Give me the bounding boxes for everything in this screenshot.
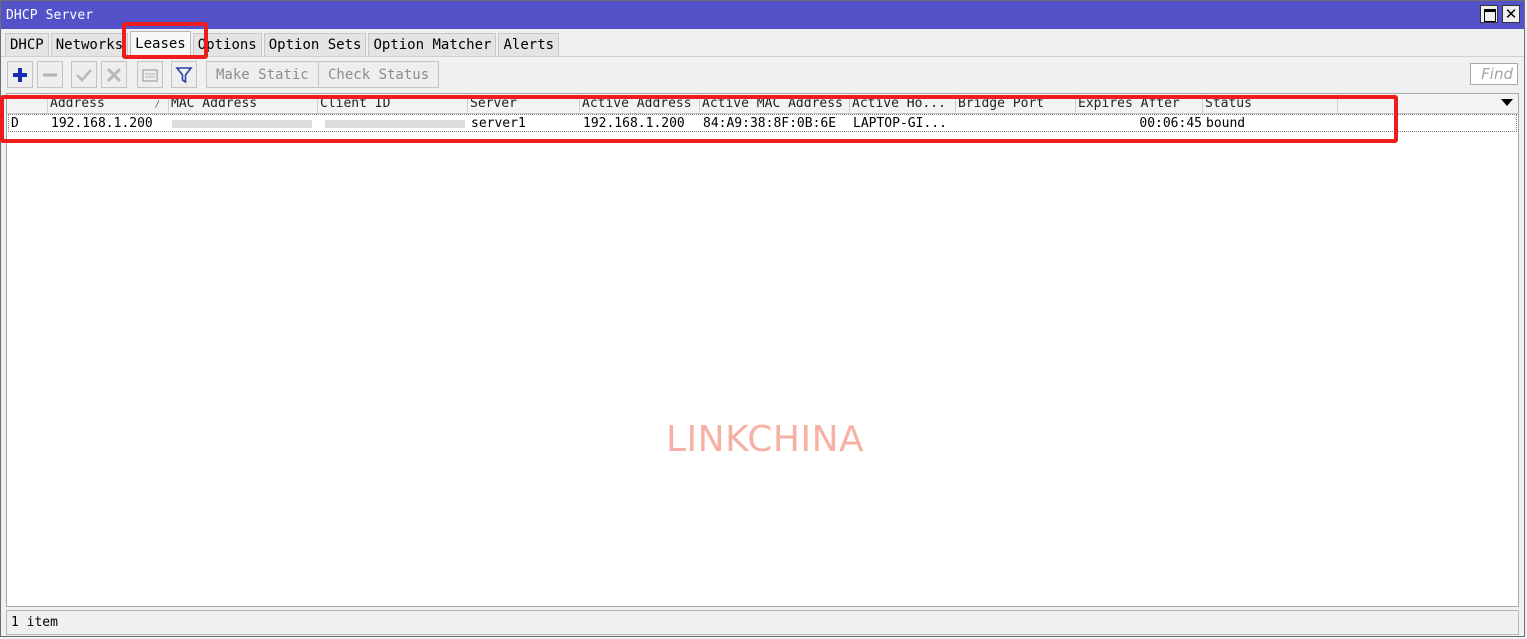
cell-flag: D [11, 116, 19, 131]
close-button[interactable]: ✕ [1502, 5, 1520, 23]
table-row[interactable]: D 192.168.1.200 server1 192.168.1.200 84… [8, 114, 1517, 132]
add-button[interactable] [7, 61, 33, 88]
close-icon: ✕ [1504, 5, 1518, 23]
redacted-mac-address [172, 120, 312, 128]
cell-active-address: 192.168.1.200 [583, 116, 685, 131]
status-bar: 1 item [6, 610, 1519, 635]
title-bar[interactable]: DHCP Server ✕ [1, 1, 1524, 29]
maximize-button[interactable] [1480, 5, 1498, 23]
tab-dhcp[interactable]: DHCP [5, 33, 49, 56]
comment-icon [142, 68, 158, 82]
column-header-status[interactable]: Status [1203, 94, 1338, 113]
column-header-label: Address [50, 96, 105, 111]
make-static-button[interactable]: Make Static [206, 61, 319, 88]
tab-options[interactable]: Options [192, 33, 262, 56]
tab-option-matcher[interactable]: Option Matcher [368, 33, 497, 56]
tab-divider [1, 56, 1524, 57]
maximize-icon [1484, 9, 1496, 22]
cell-address: 192.168.1.200 [51, 116, 153, 131]
disable-icon [106, 67, 122, 82]
comment-button[interactable] [137, 61, 163, 88]
column-header-active-host[interactable]: Active Ho... [850, 94, 956, 113]
leases-table: Address / MAC Address Client ID Server A… [6, 93, 1519, 607]
tab-leases[interactable]: Leases [130, 31, 191, 56]
column-header-active-address[interactable]: Active Address [580, 94, 700, 113]
filter-button[interactable] [171, 61, 197, 88]
column-header-address[interactable]: Address / [48, 94, 169, 113]
tab-bar: DHCP Networks Leases Options Option Sets… [5, 31, 561, 57]
cell-bridge-port [957, 115, 1077, 132]
find-input[interactable]: Find [1470, 63, 1518, 85]
toolbar: Make Static Check Status Find [7, 61, 1518, 89]
cell-active-host: LAPTOP-GI... [853, 116, 947, 131]
column-header-expires-after[interactable]: Expires After [1076, 94, 1203, 113]
disable-button[interactable] [101, 61, 127, 88]
sort-indicator-icon: / [154, 100, 160, 110]
add-icon [13, 67, 27, 82]
column-header-flags[interactable] [7, 94, 48, 113]
watermark: LINKCHINA [666, 419, 865, 460]
column-menu-icon[interactable] [1501, 99, 1513, 106]
filter-icon [175, 66, 193, 83]
remove-button[interactable] [37, 61, 63, 88]
enable-icon [76, 68, 92, 82]
table-header: Address / MAC Address Client ID Server A… [7, 94, 1518, 114]
column-header-bridge-port[interactable]: Bridge Port [956, 94, 1076, 113]
redacted-client-id [325, 120, 465, 128]
dhcp-server-window: DHCP Server ✕ DHCP Networks Leases Optio… [0, 0, 1525, 637]
cell-expires-after: 00:06:45 [1139, 116, 1202, 131]
cell-status: bound [1206, 116, 1246, 131]
column-header-client-id[interactable]: Client ID [318, 94, 468, 113]
item-count: 1 item [11, 615, 58, 630]
column-header-active-mac-address[interactable]: Active MAC Address [700, 94, 850, 113]
cell-active-mac-address: 84:A9:38:8F:0B:6E [703, 116, 837, 131]
tab-networks[interactable]: Networks [50, 33, 129, 56]
tab-option-sets[interactable]: Option Sets [263, 33, 367, 56]
remove-icon [43, 73, 57, 76]
column-header-mac-address[interactable]: MAC Address [169, 94, 318, 113]
window-title: DHCP Server [6, 8, 94, 23]
cell-server: server1 [471, 116, 526, 131]
tab-alerts[interactable]: Alerts [498, 33, 560, 56]
column-header-server[interactable]: Server [468, 94, 580, 113]
check-status-button[interactable]: Check Status [318, 61, 440, 88]
enable-button[interactable] [71, 61, 97, 88]
column-header-filler [1338, 94, 1488, 113]
